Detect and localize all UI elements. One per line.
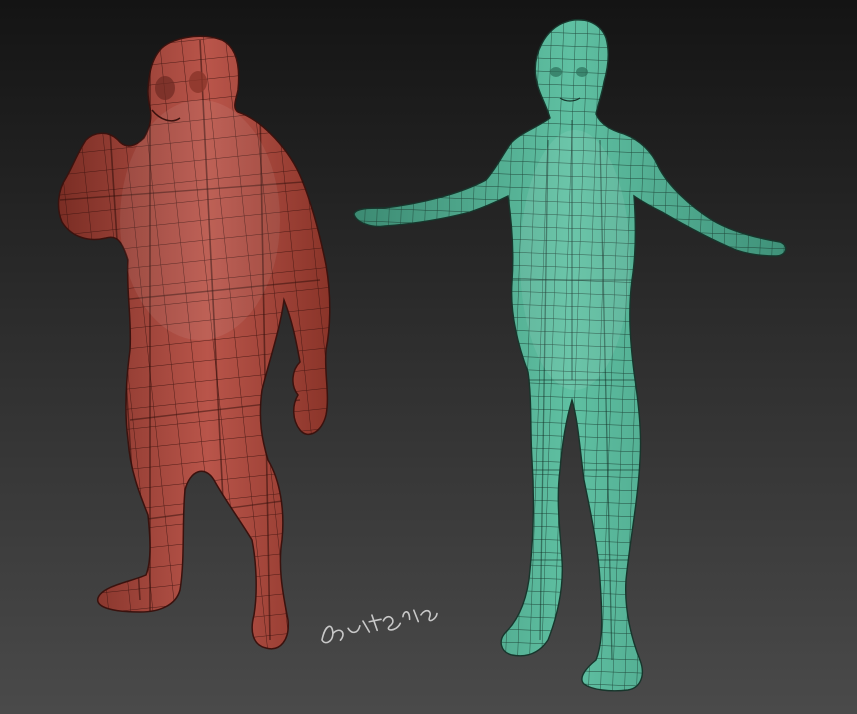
- creature-ear: [189, 71, 207, 93]
- render-viewport: [0, 0, 857, 714]
- render-canvas: [0, 0, 857, 714]
